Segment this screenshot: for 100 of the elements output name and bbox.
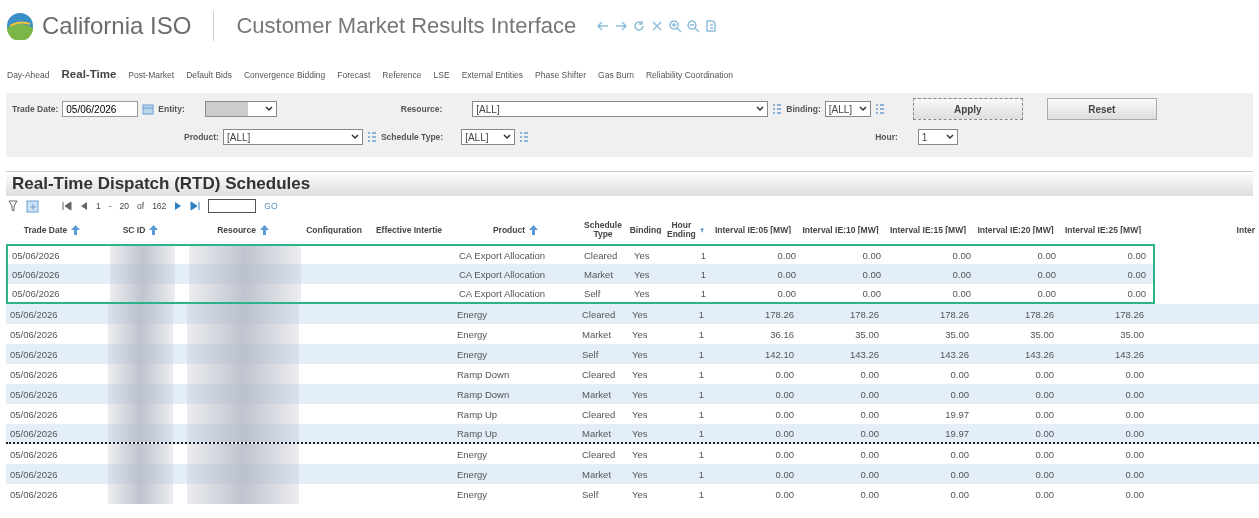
redacted-blur <box>108 324 173 344</box>
column-header[interactable]: Configuration <box>303 225 365 235</box>
close-icon[interactable] <box>650 19 665 33</box>
table-cell-text: 0.00 <box>859 447 880 462</box>
table-cell-text: 05/06/2026 <box>9 426 59 441</box>
dropdown[interactable]: [ALL] <box>824 101 871 117</box>
dropdown[interactable]: [ALL] <box>461 129 516 145</box>
table-cell-text: 1 <box>697 467 705 482</box>
column-header[interactable]: SC ID <box>98 225 183 235</box>
table-cell-text: 05/06/2026 <box>11 267 61 282</box>
table-cell-text: Market <box>581 387 613 402</box>
table-cell-text: Ramp Up <box>456 426 499 441</box>
table-cell-text: CA Export Allocation <box>458 267 547 282</box>
nav-tab[interactable]: Phase Shifter <box>535 70 587 80</box>
last-page-icon[interactable] <box>190 201 201 211</box>
table-cell-text: 0.00 <box>1034 467 1055 482</box>
sort-arrow-icon[interactable] <box>529 225 539 235</box>
nav-tab[interactable]: LSE <box>433 70 450 80</box>
table-cell-text: Cleared <box>581 367 617 382</box>
nav-tab[interactable]: Day-Ahead <box>7 70 50 80</box>
dropdown[interactable]: 1 <box>917 129 958 145</box>
refresh-icon[interactable] <box>632 19 647 33</box>
nav-tab[interactable]: External Entities <box>461 70 524 80</box>
filter-list-icon[interactable] <box>519 131 530 143</box>
column-header[interactable]: Hour Ending <box>663 221 708 239</box>
table-cell-text: 0.00 <box>774 467 795 482</box>
column-header[interactable]: Product <box>453 225 578 235</box>
table-cell-text: 0.00 <box>1034 367 1055 382</box>
table-cell-text: Energy <box>456 307 489 322</box>
table-cell-text: 1 <box>697 327 705 342</box>
reset-button[interactable]: Reset <box>1046 98 1157 120</box>
column-header[interactable]: Interval IE:15 [MW] <box>883 225 973 235</box>
nav-tab[interactable]: Convergence Bidding <box>243 70 326 80</box>
dropdown-caret-icon <box>350 134 359 140</box>
table-cell-text: 0.00 <box>859 387 880 402</box>
range-dash: - <box>108 201 112 211</box>
date-field[interactable]: 05/06/2026 <box>62 101 139 117</box>
next-page-icon[interactable] <box>174 201 183 211</box>
column-header[interactable]: Interval IE:25 [MW] <box>1058 225 1148 235</box>
sort-arrow-icon[interactable] <box>149 225 159 235</box>
forward-arrow-icon[interactable] <box>614 19 629 33</box>
field-label: Schedule Type: <box>380 132 444 142</box>
nav-tab[interactable]: Gas Burn <box>598 70 634 80</box>
table-cell-text: Yes <box>631 467 649 482</box>
table-cell-text: Cleared <box>581 447 617 462</box>
table-cell-text: 178.26 <box>938 307 970 322</box>
previous-page-icon[interactable] <box>80 201 88 211</box>
apply-button[interactable]: Apply <box>912 98 1023 120</box>
sort-arrow-icon[interactable] <box>699 225 704 235</box>
sort-arrow-icon[interactable] <box>71 225 81 235</box>
filter-icon[interactable] <box>8 200 18 212</box>
table-cell-text: 178.26 <box>1113 307 1145 322</box>
nav-tab[interactable]: Real-Time <box>61 68 117 80</box>
column-header[interactable]: Inter <box>1148 225 1259 235</box>
dropdown[interactable]: [ALL] <box>472 101 769 117</box>
filter-list-icon[interactable] <box>366 131 377 143</box>
dropdown[interactable] <box>204 101 277 117</box>
export-icon[interactable] <box>26 199 40 213</box>
zoom-in-icon[interactable] <box>668 19 683 33</box>
column-header[interactable]: Interval IE:10 [MW] <box>798 225 883 235</box>
first-page-icon[interactable] <box>62 201 72 211</box>
table-cell-text: 0.00 <box>774 487 795 502</box>
table-cell-text: Self <box>581 487 600 502</box>
zoom-out-icon[interactable] <box>686 19 701 33</box>
table-cell-text: Yes <box>631 327 649 342</box>
column-header[interactable]: Effective Intertie <box>365 225 453 235</box>
filter-list-icon[interactable] <box>772 103 783 115</box>
column-header[interactable]: Interval IE:05 [MW] <box>708 225 798 235</box>
nav-tab[interactable]: Default Bids <box>186 70 232 80</box>
back-arrow-icon[interactable] <box>596 19 611 33</box>
dropdown[interactable]: [ALL] <box>222 129 363 145</box>
table-cell-text: 0.00 <box>1034 487 1055 502</box>
export-icon[interactable] <box>704 19 719 33</box>
sort-arrow-icon[interactable] <box>259 225 269 235</box>
table-cell-text: 0.00 <box>1034 426 1055 441</box>
column-header[interactable]: Trade Date <box>6 225 98 235</box>
column-header[interactable]: Binding <box>628 225 663 235</box>
redacted-blur <box>108 364 173 384</box>
calendar-icon[interactable] <box>142 103 155 115</box>
nav-tab[interactable]: Post-Market <box>128 70 175 80</box>
table-cell-text: 19.97 <box>944 426 970 441</box>
filter-list-icon[interactable] <box>874 103 885 115</box>
nav-tab[interactable]: Forecast <box>337 70 371 80</box>
table-cell-text: 36.16 <box>769 327 795 342</box>
go-link[interactable]: GO <box>264 201 278 211</box>
table-cell-text: 0.00 <box>859 426 880 441</box>
table-cell-text: 0.00 <box>861 248 882 263</box>
table-cell-text: Yes <box>631 387 649 402</box>
nav-tab[interactable]: Reference <box>382 70 422 80</box>
table-cell-text: Market <box>583 267 615 282</box>
nav-tab[interactable]: Reliability Coordination <box>646 70 733 80</box>
table-cell-text: 0.00 <box>1126 286 1147 301</box>
column-header[interactable]: Schedule Type <box>578 221 628 239</box>
table-cell-text: 0.00 <box>1124 367 1145 382</box>
column-header[interactable]: Resource <box>183 225 303 235</box>
column-header[interactable]: Interval IE:20 [MW] <box>973 225 1058 235</box>
dropdown-caret-icon <box>756 106 765 112</box>
page-number-field[interactable] <box>208 199 257 213</box>
table-cell-text: 1 <box>697 426 705 441</box>
table-cell-text: Yes <box>631 426 649 441</box>
